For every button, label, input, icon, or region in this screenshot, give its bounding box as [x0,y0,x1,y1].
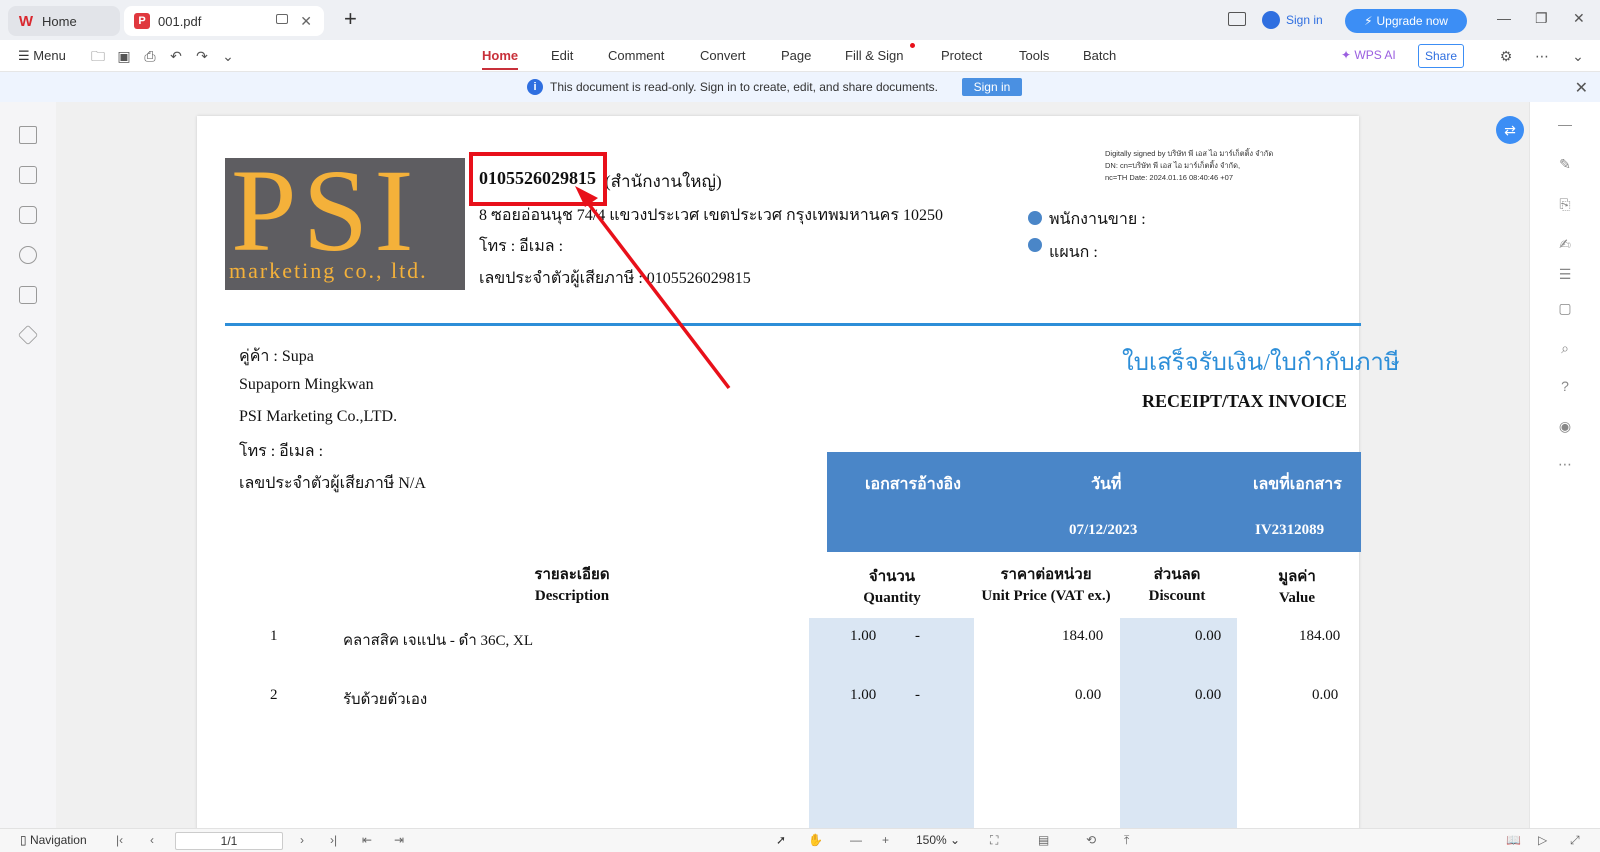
status-bar: ▯ Navigation |‹ ‹ 1/1 › ›| ⇤ ⇥ ➚ ✋ — + 1… [0,828,1600,852]
chevron-down-icon: ⌄ [950,833,961,847]
navigation-label: Navigation [29,833,87,847]
next-page-icon[interactable]: › [300,833,304,847]
zoom-out-icon[interactable]: — [850,833,862,847]
page-number-input[interactable]: 1/1 [175,832,283,850]
fit-page-icon[interactable]: ⛶ [990,833,998,848]
prev-page-icon[interactable]: ‹ [150,833,154,847]
annotation-arrow [575,186,731,390]
fullscreen-icon[interactable]: ⤢ [1570,833,1580,848]
compare-icon[interactable]: ▢ [1557,300,1573,316]
help-icon[interactable]: ? [1557,378,1573,394]
select-cursor-icon[interactable]: ➚ [776,833,786,847]
zoom-level-value: 150% [916,833,947,847]
convert-float-icon[interactable]: ⇄ [1496,116,1524,144]
more-options-icon[interactable]: ⋯ [1557,456,1573,472]
first-page-icon[interactable]: |‹ [116,833,123,847]
outline-icon[interactable]: ☰ [1557,266,1573,282]
collapse-panel-icon[interactable]: — [1557,116,1573,132]
hand-tool-icon[interactable]: ✋ [808,833,823,847]
edit-icon[interactable]: ✎ [1557,156,1573,172]
upload-icon[interactable]: ⤒ [1124,833,1129,848]
zoom-level-select[interactable]: 150% ⌄ [916,833,960,847]
navigation-button[interactable]: ▯ Navigation [20,833,87,847]
right-sidebar: — ✎ ⎘ ✍ ☰ ▢ ⌕ ? ◉ ⋯ [1529,102,1600,828]
search-icon[interactable]: ⌕ [1557,340,1573,356]
last-page-icon[interactable]: ›| [330,833,337,847]
navigation-icon: ▯ [20,833,30,847]
read-mode-icon[interactable]: 📖 [1506,833,1521,847]
page-layout-icon[interactable]: ▤ [1038,833,1049,847]
next-view-icon[interactable]: ⇥ [394,833,404,847]
reading-mode-icon[interactable]: ◉ [1557,418,1573,434]
export-icon[interactable]: ⎘ [1557,196,1573,212]
prev-view-icon[interactable]: ⇤ [362,833,372,847]
zoom-in-icon[interactable]: + [882,833,889,847]
play-icon[interactable]: ▷ [1538,833,1547,847]
sign-icon[interactable]: ✍ [1557,236,1573,252]
rotate-icon[interactable]: ⟲ [1086,833,1096,847]
